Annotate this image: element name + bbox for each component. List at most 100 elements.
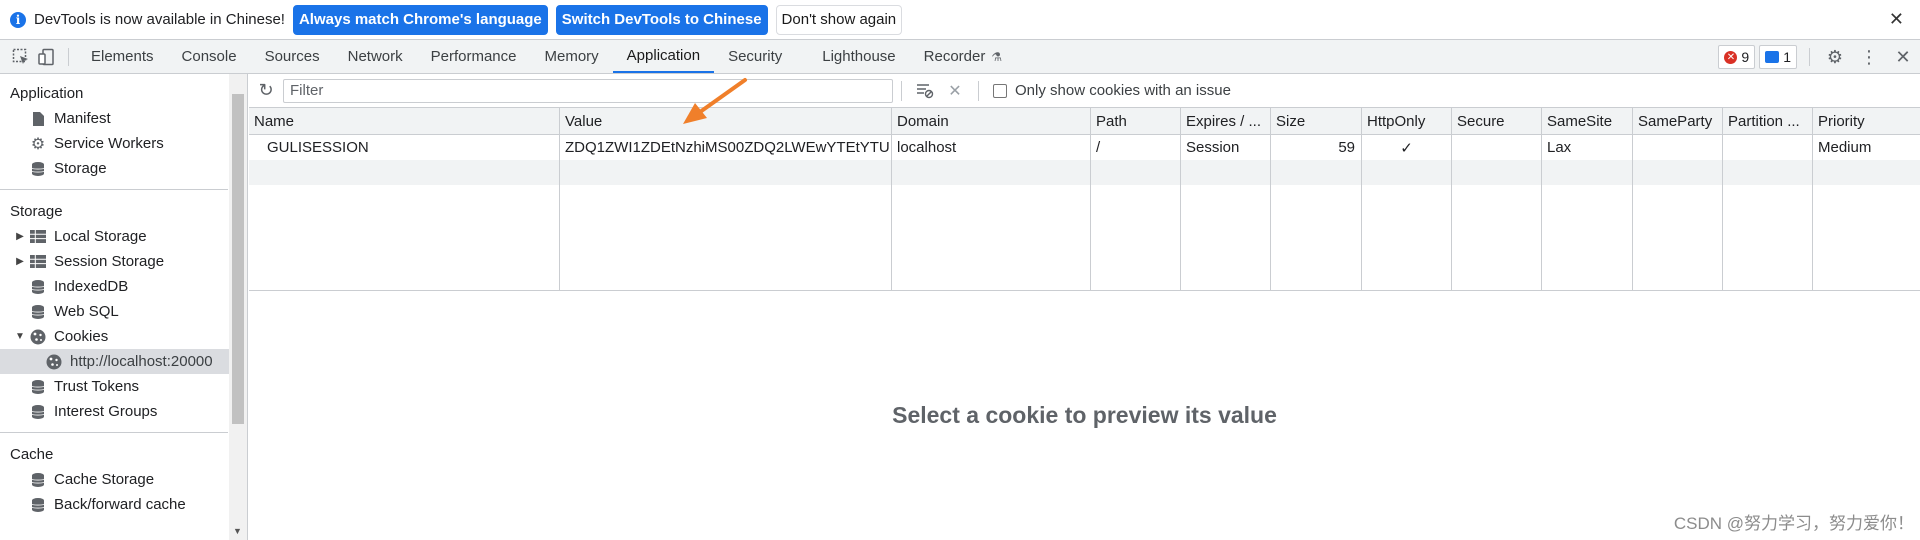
tab-network[interactable]: Network [334,40,417,73]
column-header-domain[interactable]: Domain [892,108,1091,134]
column-header-path[interactable]: Path [1091,108,1181,134]
tab-recorder[interactable]: Recorder ⚗ [910,40,1016,73]
cookie-icon [46,354,62,370]
sidebar-item-manifest[interactable]: Manifest [0,106,247,131]
document-icon [30,111,46,127]
sidebar-item-service-workers[interactable]: ⚙ Service Workers [0,131,247,156]
sidebar-section-application: Application [10,84,84,102]
sidebar-item-session-storage[interactable]: ▶ Session Storage [0,249,247,274]
table-header: Name Value Domain Path Expires / ... Siz… [249,108,1920,135]
sidebar-item-label: Cookies [54,328,109,345]
expand-arrow-icon[interactable]: ▶ [14,231,26,242]
tab-performance[interactable]: Performance [417,40,531,73]
sidebar-item-storage[interactable]: Storage [0,156,247,181]
sidebar-divider [0,189,228,190]
inspect-element-icon[interactable] [8,40,34,74]
tab-sources[interactable]: Sources [251,40,334,73]
column-header-expires[interactable]: Expires / ... [1181,108,1271,134]
column-header-secure[interactable]: Secure [1452,108,1542,134]
error-count-badge[interactable]: ✕ 9 [1718,45,1756,69]
database-icon [30,472,46,488]
filter-input[interactable] [283,78,893,103]
column-header-value[interactable]: Value [560,108,892,134]
more-options-icon[interactable]: ⋮ [1852,40,1886,74]
sidebar-item-back-forward-cache[interactable]: Back/forward cache [0,492,247,517]
device-toolbar-icon[interactable] [34,40,60,74]
error-count: 9 [1741,49,1750,65]
column-header-name[interactable]: Name [249,108,560,134]
tab-memory[interactable]: Memory [531,40,613,73]
delete-selected-icon[interactable]: ✕ [940,76,970,106]
database-icon [30,497,46,513]
empty-cell [249,160,560,185]
empty-cell [560,160,892,185]
column-header-partition[interactable]: Partition ... [1723,108,1813,134]
column-header-size[interactable]: Size [1271,108,1362,134]
tabbar-right-separator [1809,48,1810,66]
column-header-samesite[interactable]: SameSite [1542,108,1633,134]
message-count-badge[interactable]: 1 [1759,45,1797,69]
table-grid-icon [30,229,46,245]
checkbox-box[interactable] [993,83,1007,98]
sidebar-item-label: Manifest [54,110,111,127]
flask-icon: ⚗ [991,49,1003,64]
column-header-sameparty[interactable]: SameParty [1633,108,1723,134]
sidebar-item-label: Cache Storage [54,471,155,488]
sidebar-item-local-storage[interactable]: ▶ Local Storage [0,224,247,249]
scrollbar-thumb[interactable] [232,94,244,424]
scroll-down-arrow-icon[interactable]: ▼ [233,526,242,536]
column-header-priority[interactable]: Priority [1813,108,1920,134]
clear-filtered-cookies-icon[interactable] [910,76,940,106]
collapse-arrow-icon[interactable]: ▼ [14,331,26,342]
sidebar-item-interest-groups[interactable]: Interest Groups [0,399,247,424]
tab-console[interactable]: Console [168,40,251,73]
message-count: 1 [1783,49,1791,65]
always-match-language-button[interactable]: Always match Chrome's language [292,4,548,35]
empty-cell [892,185,1091,290]
sidebar-item-cache-storage[interactable]: Cache Storage [0,467,247,492]
message-icon [1765,51,1780,63]
switch-to-chinese-button[interactable]: Switch DevTools to Chinese [555,4,768,35]
table-grid-icon [30,254,46,270]
cookie-preview-pane: Select a cookie to preview its value [249,291,1920,540]
refresh-icon[interactable]: ↻ [249,74,283,108]
tab-security[interactable]: Security [714,40,808,73]
sidebar-item-trust-tokens[interactable]: Trust Tokens [0,374,247,399]
empty-cell [1271,185,1362,290]
database-icon [30,161,46,177]
cell-sameparty [1633,135,1723,160]
sidebar-item-web-sql[interactable]: Web SQL [0,299,247,324]
sidebar-item-label: Interest Groups [54,403,158,420]
sidebar-item-indexeddb[interactable]: IndexedDB [0,274,247,299]
sidebar-item-label: http://localhost:20000 [70,353,213,370]
tab-application[interactable]: Application [612,40,715,73]
empty-cell [560,185,892,290]
sidebar-item-cookies[interactable]: ▼ Cookies [0,324,247,349]
cell-size: 59 [1271,135,1362,160]
cell-domain: localhost [892,135,1091,160]
sidebar-item-cookie-origin[interactable]: http://localhost:20000 [0,349,230,374]
database-icon [30,379,46,395]
empty-cell [1542,185,1633,290]
cookies-toolbar: ↻ ✕ Only show cookies with an issue [249,74,1920,108]
tab-lighthouse[interactable]: Lighthouse [808,40,909,73]
gear-icon: ⚙ [30,135,46,153]
cell-value: ZDQ1ZWI1ZDEtNzhiMS00ZDQ2LWEwYTEtYTU... [560,135,892,160]
expand-arrow-icon[interactable]: ▶ [14,256,26,267]
sidebar-item-label: Trust Tokens [54,378,140,395]
empty-cell [1723,185,1813,290]
sidebar-item-label: IndexedDB [54,278,129,295]
empty-cell [1542,160,1633,185]
empty-cell [1813,160,1920,185]
close-infobar-icon[interactable]: ✕ [1889,9,1904,30]
database-icon [30,404,46,420]
cell-expires: Session [1181,135,1271,160]
sidebar-scrollbar[interactable]: ▼ [229,74,247,540]
table-row[interactable]: GULISESSION ZDQ1ZWI1ZDEtNzhiMS00ZDQ2LWEw… [249,135,1920,160]
dont-show-again-button[interactable]: Don't show again [775,4,903,35]
tab-elements[interactable]: Elements [77,40,168,73]
settings-gear-icon[interactable]: ⚙ [1818,40,1852,74]
close-devtools-icon[interactable]: ✕ [1886,40,1920,74]
column-header-httponly[interactable]: HttpOnly [1362,108,1452,134]
only-issues-checkbox[interactable]: Only show cookies with an issue [993,82,1231,99]
